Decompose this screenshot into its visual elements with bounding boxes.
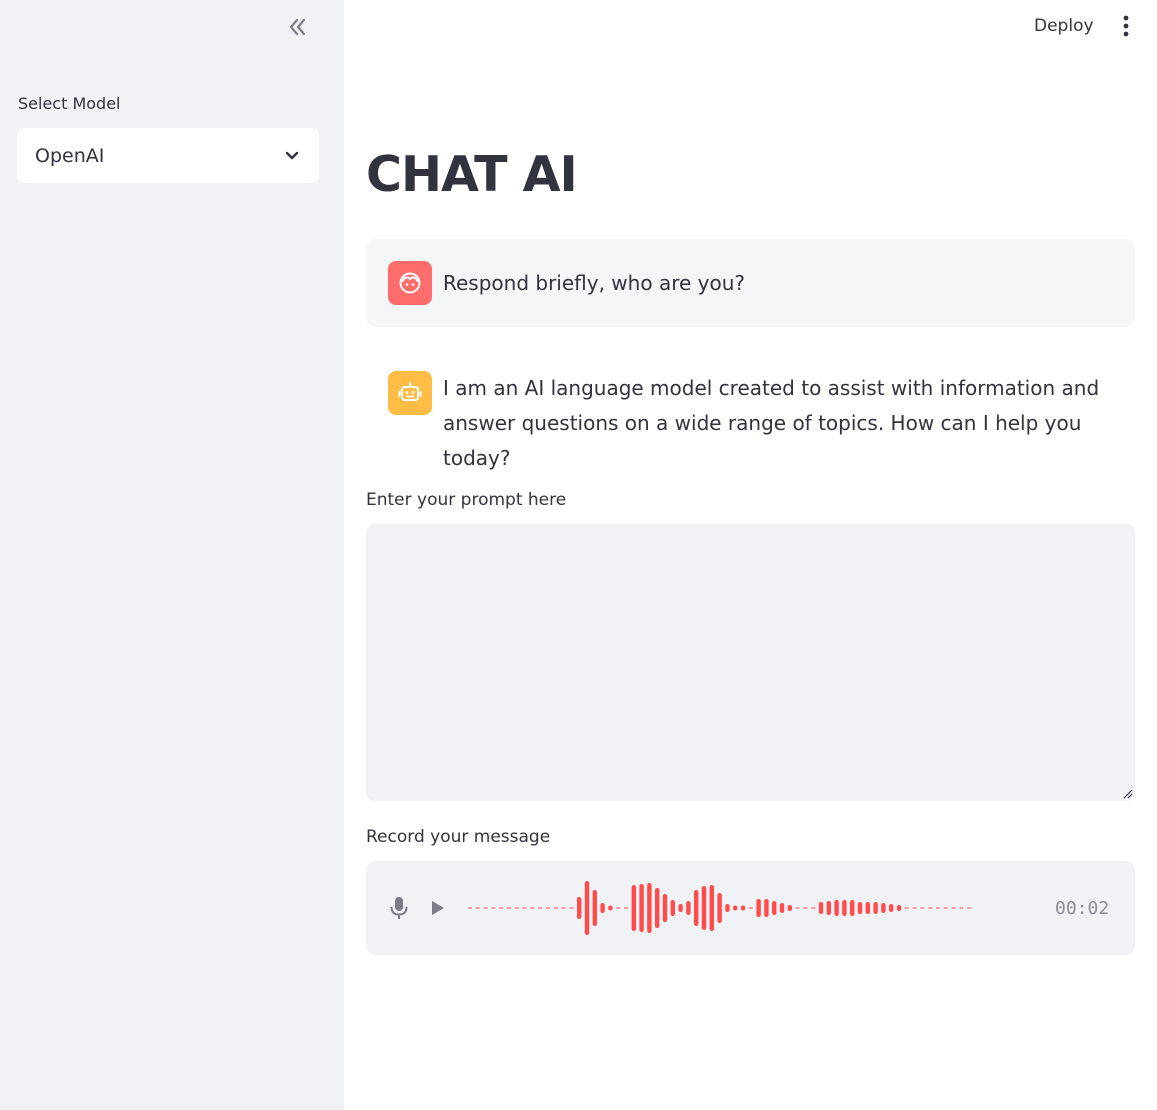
user-message-text: Respond briefly, who are you?	[443, 271, 746, 295]
wave-bar	[725, 904, 730, 912]
wave-bar	[577, 897, 582, 919]
wave-bar	[647, 883, 652, 933]
wave-bar	[772, 901, 777, 915]
wave-bar	[889, 904, 894, 912]
assistant-avatar	[388, 371, 432, 415]
collapse-sidebar-button[interactable]	[282, 12, 312, 42]
microphone-icon[interactable]	[388, 895, 410, 921]
model-select[interactable]: OpenAI	[17, 128, 319, 183]
wave-bar	[631, 885, 636, 931]
wave-bar	[662, 894, 668, 922]
chevron-down-icon	[285, 151, 299, 159]
user-avatar	[388, 261, 432, 305]
wave-bar	[694, 890, 699, 926]
wave-bar	[873, 902, 878, 914]
record-timer: 00:02	[1055, 898, 1110, 919]
wave-bar	[818, 902, 824, 914]
wave-bar	[826, 901, 831, 915]
app-root: Select Model OpenAI Deploy CHAT AI Respo	[0, 0, 1157, 1110]
wave-bar	[592, 890, 597, 926]
smiley-face-icon	[399, 272, 421, 294]
sidebar: Select Model OpenAI	[0, 0, 344, 1110]
wave-bar	[608, 905, 613, 911]
wave-bar	[655, 888, 660, 928]
model-select-value: OpenAI	[35, 144, 105, 167]
wave-bar	[678, 904, 683, 912]
wave-bar	[764, 899, 769, 917]
wave-bar	[865, 902, 870, 914]
prompt-label: Enter your prompt here	[366, 490, 567, 510]
audio-waveform[interactable]	[466, 878, 1036, 938]
assistant-message-text: I am an AI language model created to ass…	[443, 376, 1100, 470]
wave-bar	[881, 903, 886, 913]
main-menu-button[interactable]	[1111, 11, 1141, 41]
wave-bar	[850, 900, 855, 916]
wave-bar	[834, 900, 839, 916]
wave-bar	[733, 905, 738, 911]
robot-icon	[398, 382, 422, 401]
double-chevron-left-icon	[289, 18, 306, 36]
resize-grip-icon[interactable]	[1121, 787, 1133, 799]
page-title: CHAT AI	[366, 146, 578, 203]
audio-recorder: 00:02	[366, 861, 1135, 955]
vertical-dots-icon	[1123, 15, 1129, 37]
wave-bar	[756, 899, 761, 917]
wave-bar	[670, 900, 675, 916]
wave-bar	[600, 903, 605, 913]
select-model-label: Select Model	[18, 94, 121, 113]
wave-bar	[584, 881, 590, 935]
record-label: Record your message	[366, 827, 551, 847]
wave-bar	[639, 884, 644, 932]
wave-bar	[709, 885, 714, 931]
wave-bar	[787, 905, 792, 911]
chat-message-user: Respond briefly, who are you?	[366, 239, 1135, 327]
wave-bar	[842, 900, 847, 916]
wave-bar	[779, 903, 785, 913]
play-icon[interactable]	[428, 899, 446, 917]
prompt-textarea[interactable]	[366, 524, 1135, 801]
wave-bar	[896, 905, 902, 911]
wave-bar	[686, 901, 691, 915]
wave-bar	[740, 905, 746, 911]
deploy-button[interactable]: Deploy	[1022, 11, 1106, 41]
wave-bar	[701, 886, 707, 930]
chat-message-assistant: I am an AI language model created to ass…	[366, 350, 1135, 470]
wave-bar	[857, 902, 863, 914]
wave-bar	[717, 893, 722, 923]
